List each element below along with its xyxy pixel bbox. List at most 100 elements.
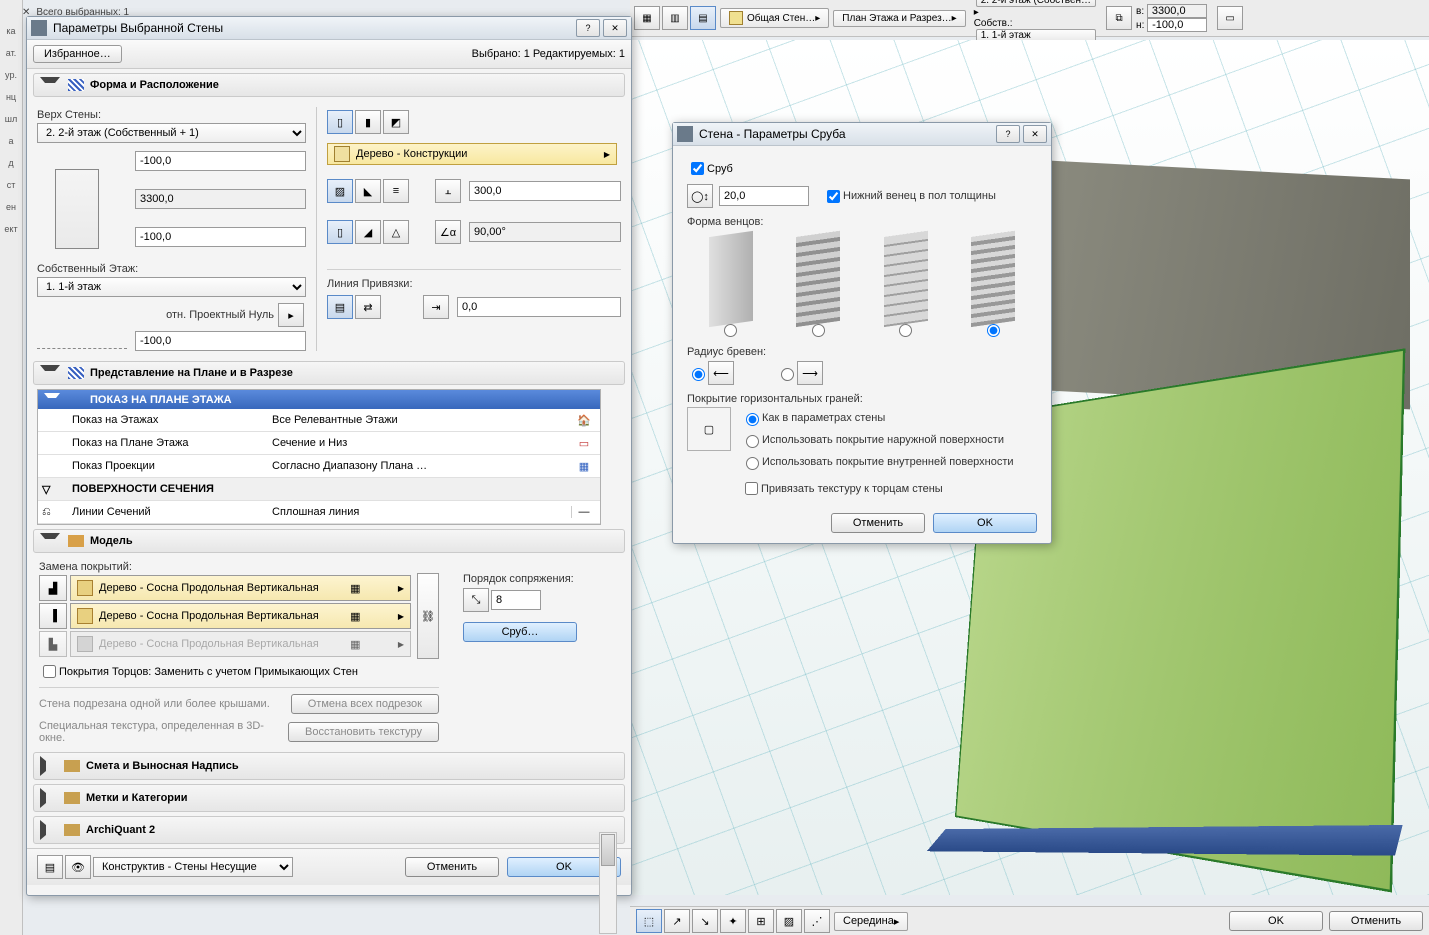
bottom-ok[interactable]: OK bbox=[1229, 911, 1323, 931]
section-schedule[interactable]: Смета и Выносная Надпись bbox=[33, 752, 625, 780]
material-select[interactable]: Дерево - Конструкции▶ bbox=[327, 143, 617, 165]
layer-icon: ▤ bbox=[37, 855, 63, 879]
elev-icon bbox=[37, 334, 127, 349]
thick-icon: ⫠ bbox=[435, 179, 461, 203]
toolbar-btn-1[interactable]: ▦ bbox=[634, 6, 660, 30]
log-diameter-input[interactable] bbox=[719, 186, 809, 206]
proj-zero-btn[interactable]: ▸ bbox=[278, 303, 304, 327]
own-story-select[interactable]: 1. 1-й этаж bbox=[37, 277, 306, 297]
cover-radio-2[interactable] bbox=[746, 435, 759, 448]
section-tags[interactable]: Метки и Категории bbox=[33, 784, 625, 812]
info-box-toolbar: ▦ ▥ ▤ Общая Стен… ▸ План Этажа и Разрез…… bbox=[630, 0, 1429, 37]
surface-side[interactable]: ▐Дерево - Сосна Продольная Вертикальная▦… bbox=[39, 603, 411, 629]
snap-btn-4[interactable]: ✦ bbox=[720, 909, 746, 933]
srub-titlebar[interactable]: Стена - Параметры Сруба ? ✕ bbox=[673, 123, 1051, 146]
grid-row[interactable]: ⎌Линии СеченийСплошная линия— bbox=[38, 501, 600, 524]
offset-field[interactable] bbox=[1147, 18, 1207, 32]
close-button[interactable]: ✕ bbox=[603, 19, 627, 37]
geom-btn-3[interactable]: ◩ bbox=[383, 110, 409, 134]
prof-btn-3[interactable]: △ bbox=[383, 220, 409, 244]
refline-offset-input[interactable] bbox=[457, 297, 621, 317]
layer-select[interactable]: Конструктив - Стены Несущие bbox=[93, 857, 293, 877]
srub-close[interactable]: ✕ bbox=[1023, 125, 1047, 143]
srub-help[interactable]: ? bbox=[996, 125, 1020, 143]
proj-zero-label: отн. Проектный Нуль bbox=[166, 309, 274, 321]
radius-radio-1[interactable] bbox=[692, 368, 705, 381]
section-model[interactable]: Модель bbox=[33, 529, 625, 553]
bot-offset-input[interactable] bbox=[135, 227, 306, 247]
grid-scrollbar[interactable] bbox=[599, 832, 617, 934]
own-story-label: Собственный Этаж: bbox=[37, 263, 306, 275]
schedule-icon bbox=[64, 760, 80, 772]
toolbar-btn-2[interactable]: ▥ bbox=[662, 6, 688, 30]
undo-trim-btn[interactable]: Отмена всех подрезок bbox=[291, 694, 439, 714]
ref-btn-2[interactable]: ⇄ bbox=[355, 295, 381, 319]
elevation-input[interactable] bbox=[135, 331, 306, 351]
section-archiquant[interactable]: ArchiQuant 2 bbox=[33, 816, 625, 844]
srub-cancel[interactable]: Отменить bbox=[831, 513, 925, 533]
srub-button[interactable]: Сруб… bbox=[463, 622, 577, 642]
grid-subheader-cut[interactable]: ▽ПОВЕРХНОСТИ СЕЧЕНИЯ bbox=[38, 478, 600, 501]
plan-section-combo[interactable]: План Этажа и Разрез… ▸ bbox=[833, 10, 965, 27]
tex-align-check[interactable] bbox=[745, 482, 758, 495]
extra-toolbar-btn[interactable]: ▭ bbox=[1217, 6, 1243, 30]
top-offset-input[interactable] bbox=[135, 151, 306, 171]
struct-btn-3[interactable]: ≡ bbox=[383, 179, 409, 203]
srub-ok[interactable]: OK bbox=[933, 513, 1037, 533]
geom-btn-2[interactable]: ▮ bbox=[355, 110, 381, 134]
snap-mode-combo[interactable]: Середина ▸ bbox=[834, 912, 908, 931]
surface-bottom[interactable]: ▙Дерево - Сосна Продольная Вертикальная▦… bbox=[39, 631, 411, 657]
srub-enable-check[interactable] bbox=[691, 162, 704, 175]
struct-btn-1[interactable]: ▨ bbox=[327, 179, 353, 203]
snap-btn-2[interactable]: ↗ bbox=[664, 909, 690, 933]
prof-btn-2[interactable]: ◢ bbox=[355, 220, 381, 244]
restore-tex-btn[interactable]: Восстановить текстуру bbox=[288, 722, 439, 742]
section-plan[interactable]: Представление на Плане и в Разрезе bbox=[33, 361, 625, 385]
snap-btn-3[interactable]: ↘ bbox=[692, 909, 718, 933]
grid-row[interactable]: Показ ПроекцииСогласно Диапазону Плана …… bbox=[38, 455, 600, 478]
favorites-button[interactable]: Избранное… bbox=[33, 45, 122, 63]
end-surface-check[interactable] bbox=[43, 665, 56, 678]
shape-radio-4[interactable] bbox=[987, 324, 1000, 337]
angle-input bbox=[469, 222, 621, 242]
plan-grid[interactable]: ПОКАЗ НА ПЛАНЕ ЭТАЖА Показ на ЭтажахВсе … bbox=[37, 389, 601, 525]
help-button[interactable]: ? bbox=[576, 19, 600, 37]
struct-btn-2[interactable]: ◣ bbox=[355, 179, 381, 203]
layer-vis-icon[interactable]: 👁 bbox=[65, 855, 91, 879]
half-log-check[interactable] bbox=[827, 190, 840, 203]
shape-radio-3[interactable] bbox=[899, 324, 912, 337]
refoff-icon: ⇥ bbox=[423, 295, 449, 319]
snap-btn-5[interactable]: ⊞ bbox=[748, 909, 774, 933]
cancel-button[interactable]: Отменить bbox=[405, 857, 499, 877]
radius-icon-1: ⟵ bbox=[708, 361, 734, 385]
cover-radio-3[interactable] bbox=[746, 457, 759, 470]
radius-radio-2[interactable] bbox=[781, 368, 794, 381]
top-story-select[interactable]: 2. 2-й этаж (Собственный + 1) bbox=[37, 123, 306, 143]
ref-btn-1[interactable]: ▤ bbox=[327, 295, 353, 319]
top-story-combo[interactable]: 2. 2-й этаж (Собствен… bbox=[976, 0, 1096, 7]
toolbar-btn-3[interactable]: ▤ bbox=[690, 6, 716, 30]
refline-label: Линия Привязки: bbox=[327, 278, 621, 290]
dim-icon[interactable]: ⧉ bbox=[1106, 6, 1132, 30]
shape-radio-1[interactable] bbox=[724, 324, 737, 337]
grid-row[interactable]: Показ на ЭтажахВсе Релевантные Этажи🏠 bbox=[38, 409, 600, 432]
bottom-cancel[interactable]: Отменить bbox=[1329, 911, 1423, 931]
thickness-input[interactable] bbox=[469, 181, 621, 201]
surface-top[interactable]: ▟Дерево - Сосна Продольная Вертикальная▦… bbox=[39, 575, 411, 601]
cover-icon: ▢ bbox=[687, 407, 731, 451]
snap-btn-7[interactable]: ⋰ bbox=[804, 909, 830, 933]
layer-combo[interactable]: Общая Стен… ▸ bbox=[720, 8, 829, 28]
titlebar[interactable]: Параметры Выбранной Стены ? ✕ bbox=[27, 17, 631, 40]
cover-radio-1[interactable] bbox=[746, 413, 759, 426]
grid-header-floorplan[interactable]: ПОКАЗ НА ПЛАНЕ ЭТАЖА bbox=[38, 390, 600, 409]
geom-btn-1[interactable]: ▯ bbox=[327, 110, 353, 134]
prof-btn-1[interactable]: ▯ bbox=[327, 220, 353, 244]
surface-link[interactable]: ⛓ bbox=[417, 573, 439, 659]
snap-btn-1[interactable]: ⬚ bbox=[636, 909, 662, 933]
grid-row[interactable]: Показ на Плане ЭтажаСечение и Низ▭ bbox=[38, 432, 600, 455]
shape-radio-2[interactable] bbox=[812, 324, 825, 337]
section-form[interactable]: Форма и Расположение bbox=[33, 73, 625, 97]
wall-height-input bbox=[135, 189, 306, 209]
join-order-input[interactable] bbox=[491, 590, 541, 610]
snap-btn-6[interactable]: ▨ bbox=[776, 909, 802, 933]
